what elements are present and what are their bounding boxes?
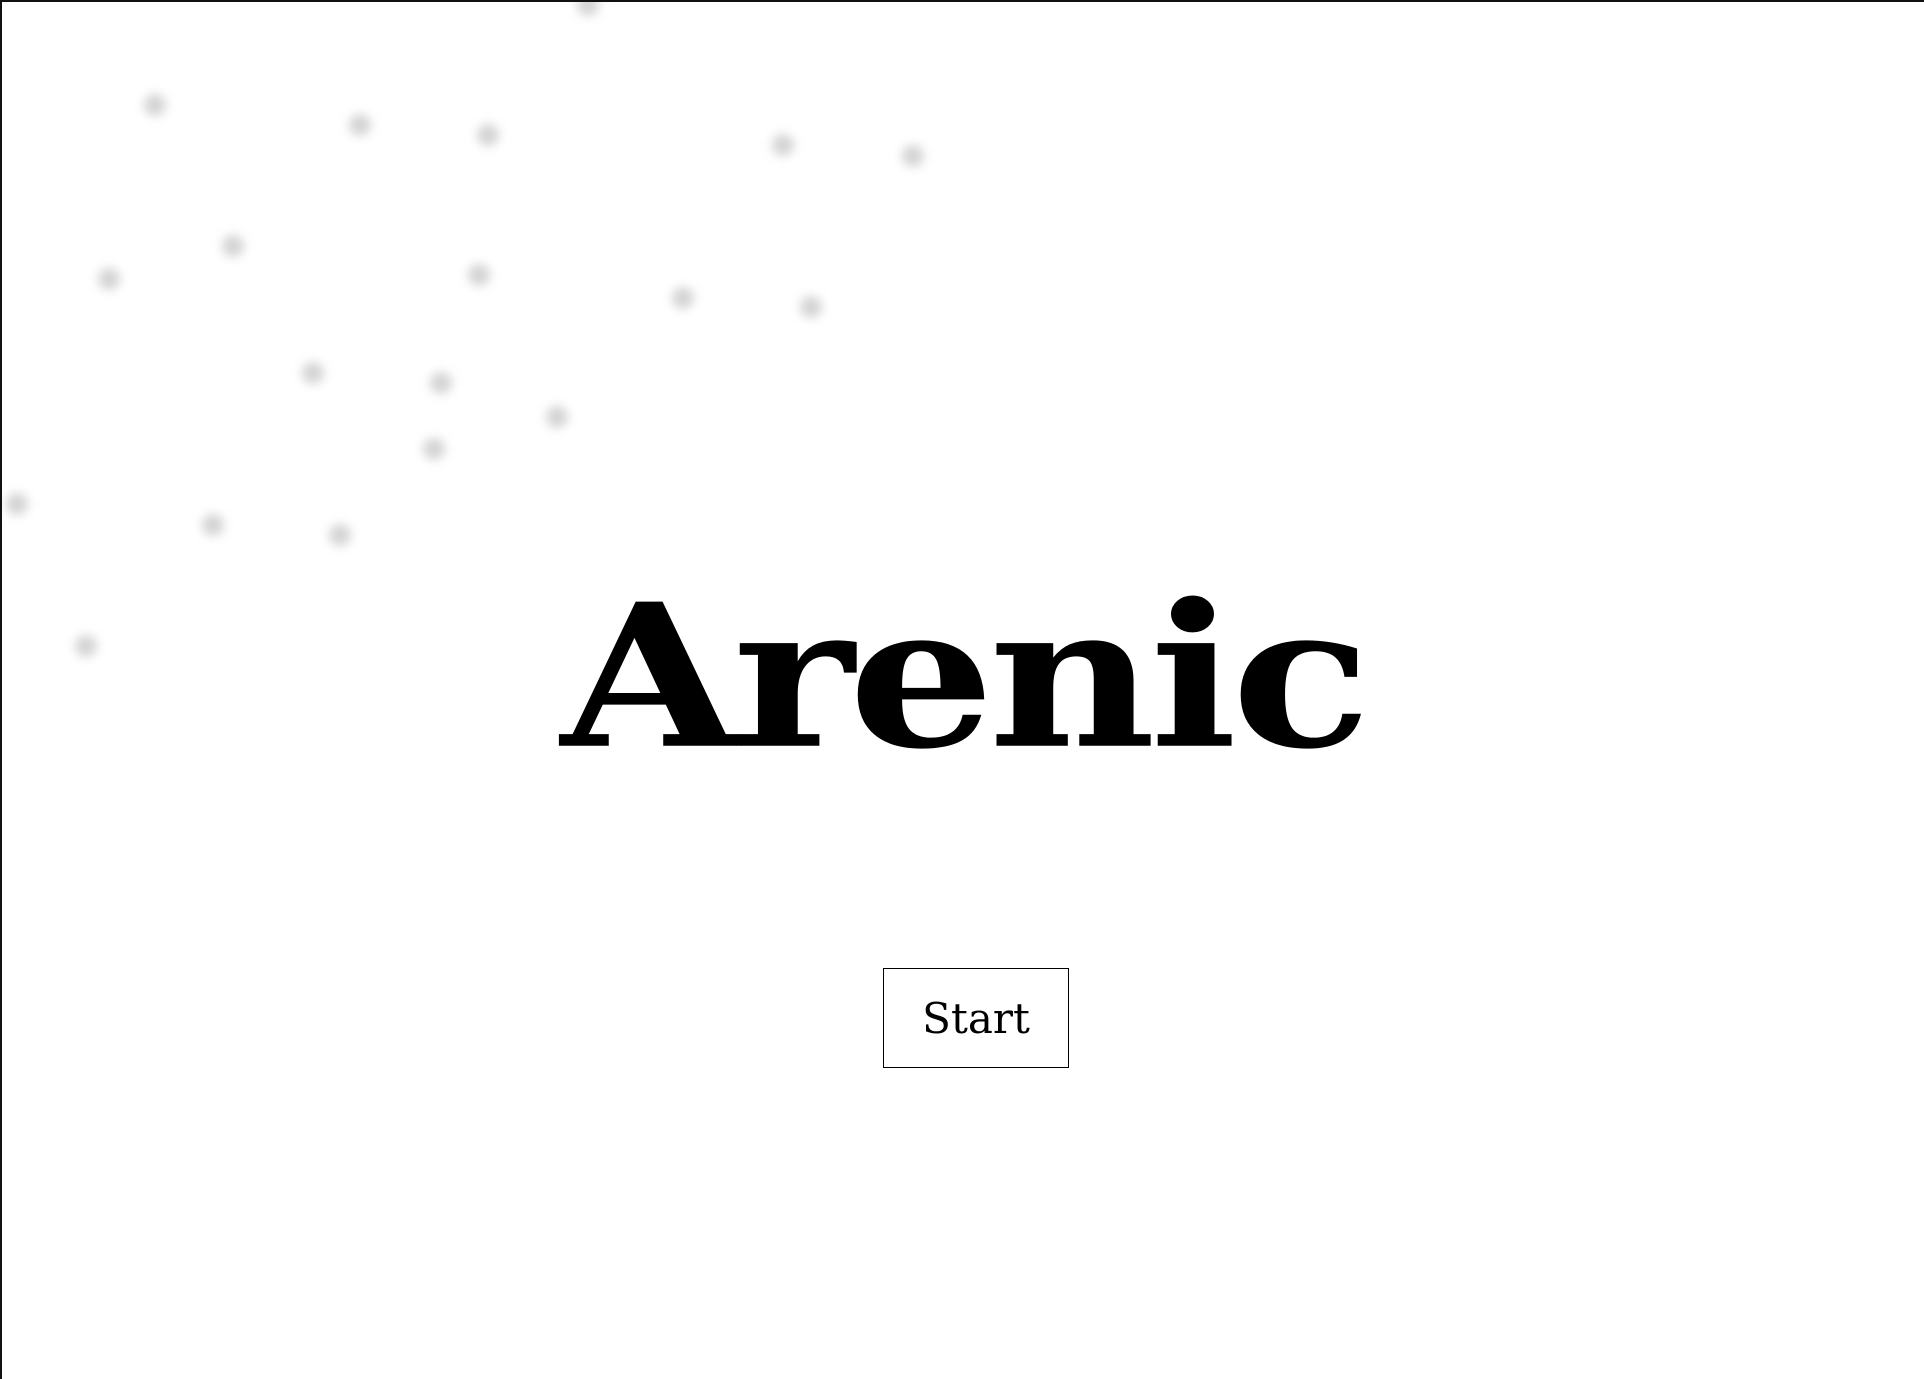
background-dot: [423, 438, 445, 460]
background-dot: [672, 287, 694, 309]
background-dot: [329, 524, 351, 546]
background-dot: [222, 235, 244, 257]
start-button[interactable]: Start: [883, 968, 1069, 1068]
background-dot: [546, 406, 568, 428]
app-logo-title: Arenic: [560, 560, 1372, 794]
background-dot: [144, 94, 166, 116]
background-dot: [349, 114, 371, 136]
background-dot: [800, 296, 822, 318]
background-dot: [302, 362, 324, 384]
background-dot: [202, 514, 224, 536]
background-dot: [6, 493, 28, 515]
background-dot: [477, 124, 499, 146]
app-window: Arenic Start: [0, 0, 1924, 1379]
background-dot: [772, 134, 794, 156]
background-dot: [430, 372, 452, 394]
background-dot: [468, 264, 490, 286]
background-dot: [902, 145, 924, 167]
background-dot: [577, 2, 599, 16]
background-dot: [98, 268, 120, 290]
